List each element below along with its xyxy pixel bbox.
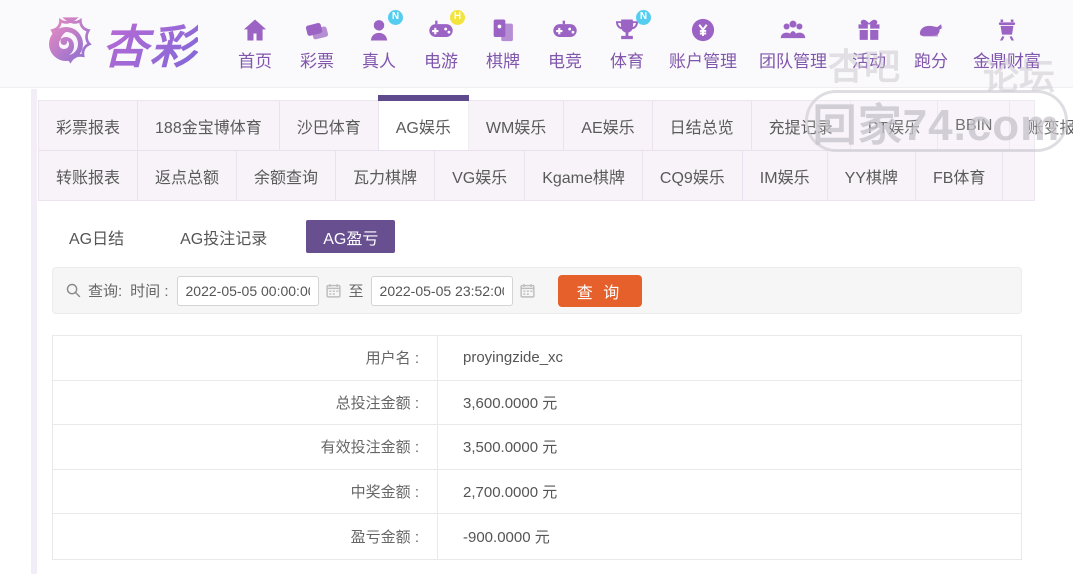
subtab-ag-yingkui[interactable]: AG盈亏 bbox=[306, 220, 396, 253]
row-value: -900.0000 元 bbox=[463, 528, 550, 546]
nav-item-boardgames[interactable]: 棋牌 bbox=[483, 16, 523, 72]
main-nav: 首页 彩票 N 真人 H 电游 棋牌 电竞 N 体育 账户管理 团队管理 活动 … bbox=[224, 9, 1052, 72]
row-value: 3,600.0000 元 bbox=[463, 394, 558, 412]
tab-vg-yule[interactable]: VG娱乐 bbox=[435, 151, 526, 200]
esports-gamepad-icon bbox=[551, 16, 579, 44]
tab-zhuanzhang-baobiao[interactable]: 转账报表 bbox=[39, 151, 139, 200]
tab-ag-yule[interactable]: AG娱乐 bbox=[377, 95, 469, 150]
report-tabrow-2: 转账报表 返点总额 余额查询 瓦力棋牌 VG娱乐 Kgame棋牌 CQ9娱乐 I… bbox=[39, 150, 1034, 200]
nav-item-lottery[interactable]: 彩票 bbox=[297, 16, 337, 72]
row-value: 2,700.0000 元 bbox=[463, 483, 558, 501]
tab-188-jinbaobo-tiyu[interactable]: 188金宝博体育 bbox=[138, 101, 280, 150]
table-row-username: 用户名 : proyingzide_xc bbox=[53, 336, 1021, 381]
cards-icon bbox=[489, 16, 517, 44]
nav-item-esports[interactable]: 电竞 bbox=[545, 16, 585, 72]
gamepad-icon: H bbox=[427, 9, 465, 44]
row-label: 总投注金额 : bbox=[53, 380, 438, 424]
calendar-icon-start[interactable] bbox=[325, 282, 342, 299]
tab-bbin[interactable]: BBIN bbox=[938, 101, 1011, 150]
table-row-profit-loss: 盈亏金额 : -900.0000 元 bbox=[53, 514, 1021, 559]
row-value: 3,500.0000 元 bbox=[463, 439, 558, 457]
report-tabstrip: 彩票报表 188金宝博体育 沙巴体育 AG娱乐 WM娱乐 AE娱乐 日结总览 充… bbox=[38, 95, 1073, 201]
nav-item-egames[interactable]: H 电游 bbox=[421, 9, 465, 72]
report-tabrow-1: 彩票报表 188金宝博体育 沙巴体育 AG娱乐 WM娱乐 AE娱乐 日结总览 充… bbox=[39, 95, 1073, 150]
nav-item-account-management[interactable]: 账户管理 bbox=[669, 16, 737, 72]
row-label: 盈亏金额 : bbox=[53, 514, 438, 559]
nav-item-live[interactable]: N 真人 bbox=[359, 9, 403, 72]
live-badge: N bbox=[388, 9, 403, 25]
time-label: 时间 : bbox=[130, 283, 169, 300]
nav-item-promotions[interactable]: 活动 bbox=[849, 16, 889, 72]
tab-yy-qipai[interactable]: YY棋牌 bbox=[828, 151, 916, 200]
query-button[interactable]: 查 询 bbox=[557, 274, 642, 307]
nav-item-jinding-wealth[interactable]: 金鼎财富 bbox=[973, 16, 1041, 72]
ag-subtabs: AG日结 AG投注记录 AG盈亏 bbox=[52, 220, 1073, 253]
tab-rijie-zonglan[interactable]: 日结总览 bbox=[653, 101, 752, 150]
logo-text: 杏彩 bbox=[102, 11, 198, 77]
tab-shaba-tiyu[interactable]: 沙巴体育 bbox=[280, 101, 379, 150]
tab-chongti-jilu[interactable]: 充提记录 bbox=[752, 101, 851, 150]
left-accent-strip bbox=[31, 89, 37, 574]
row-value: proyingzide_xc bbox=[463, 349, 564, 367]
team-icon bbox=[779, 16, 807, 44]
tab-wali-qipai[interactable]: 瓦力棋牌 bbox=[336, 151, 436, 200]
sports-badge: N bbox=[636, 9, 651, 25]
tab-wm-yule[interactable]: WM娱乐 bbox=[469, 101, 565, 150]
table-row-valid-bet: 有效投注金额 : 3,500.0000 元 bbox=[53, 425, 1021, 470]
tab-ae-yule[interactable]: AE娱乐 bbox=[564, 101, 653, 150]
gift-icon bbox=[855, 16, 883, 44]
ding-cauldron-icon bbox=[993, 16, 1021, 44]
rhino-icon bbox=[917, 16, 945, 44]
start-time-input[interactable] bbox=[176, 275, 319, 306]
trophy-icon: N bbox=[613, 9, 651, 44]
query-label: 查询: bbox=[88, 283, 123, 300]
row-label: 用户名 : bbox=[53, 336, 438, 380]
subtab-ag-rijie[interactable]: AG日结 bbox=[52, 220, 141, 253]
query-form: 查询: 时间 : 至 查 询 bbox=[52, 267, 1022, 314]
subtab-ag-touzhu-jilu[interactable]: AG投注记录 bbox=[163, 220, 284, 253]
nav-item-paofen[interactable]: 跑分 bbox=[911, 16, 951, 72]
search-icon bbox=[66, 283, 81, 298]
nav-item-home[interactable]: 首页 bbox=[235, 16, 275, 72]
tab-fb-tiyu[interactable]: FB体育 bbox=[916, 151, 1004, 200]
home-icon bbox=[241, 16, 269, 44]
logo-flower-icon bbox=[49, 16, 92, 64]
to-label: 至 bbox=[348, 283, 364, 300]
tab-zhangbian-baobiao[interactable]: 账变报表 bbox=[1010, 101, 1073, 150]
row-label: 中奖金额 : bbox=[53, 469, 438, 513]
table-row-winnings: 中奖金额 : 2,700.0000 元 bbox=[53, 469, 1021, 514]
nav-item-team-management[interactable]: 团队管理 bbox=[759, 16, 827, 72]
tab-caipiao-baobiao[interactable]: 彩票报表 bbox=[39, 101, 139, 150]
egames-badge: H bbox=[450, 9, 465, 25]
tab-kgame-qipai[interactable]: Kgame棋牌 bbox=[525, 151, 643, 200]
table-row-total-bet: 总投注金额 : 3,600.0000 元 bbox=[53, 380, 1021, 425]
calendar-icon-end[interactable] bbox=[519, 282, 536, 299]
live-dealer-icon: N bbox=[365, 9, 403, 44]
end-time-input[interactable] bbox=[370, 275, 513, 306]
site-logo[interactable]: 杏彩 bbox=[34, 11, 198, 77]
top-header: 杏彩 首页 彩票 N 真人 H 电游 棋牌 电竞 N 体育 账户管理 团队管理 … bbox=[0, 0, 1073, 88]
row-label: 有效投注金额 : bbox=[53, 425, 438, 469]
profit-loss-table: 用户名 : proyingzide_xc 总投注金额 : 3,600.0000 … bbox=[52, 335, 1022, 560]
tab-fandian-zonge[interactable]: 返点总额 bbox=[138, 151, 238, 200]
coin-yuan-icon bbox=[689, 16, 717, 44]
tab-yue-chaxun[interactable]: 余额查询 bbox=[237, 151, 337, 200]
tab-cq9-yule[interactable]: CQ9娱乐 bbox=[643, 151, 743, 200]
tab-pt-yule[interactable]: PT娱乐 bbox=[851, 101, 939, 150]
ticket-icon bbox=[303, 16, 331, 44]
nav-item-sports[interactable]: N 体育 bbox=[607, 9, 651, 72]
tab-im-yule[interactable]: IM娱乐 bbox=[743, 151, 828, 200]
